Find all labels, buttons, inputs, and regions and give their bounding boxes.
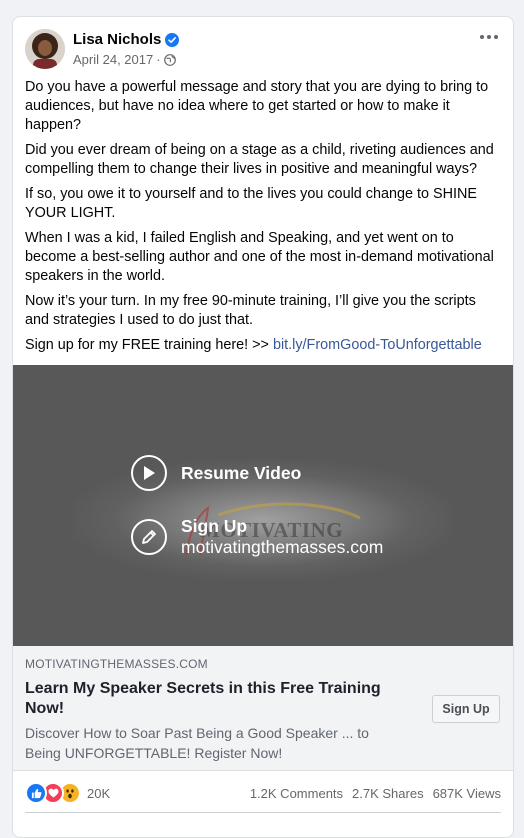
link-title[interactable]: Learn My Speaker Secrets in this Free Tr… [25, 679, 385, 719]
comments-count[interactable]: 1.2K Comments [250, 786, 343, 801]
shares-count[interactable]: 2.7K Shares [352, 786, 424, 801]
post-paragraph: Did you ever dream of being on a stage a… [25, 142, 494, 177]
pencil-icon [131, 519, 167, 555]
stats-counts: 1.2K Comments 2.7K Shares 687K Views [241, 786, 501, 801]
meta-separator: · [156, 52, 161, 67]
post-paragraph: Do you have a powerful message and story… [25, 79, 489, 133]
avatar[interactable] [25, 29, 65, 69]
author-name[interactable]: Lisa Nichols [73, 31, 161, 48]
link-domain: MOTIVATINGTHEMASSES.COM [25, 657, 208, 671]
post-header: Lisa Nichols April 24, 2017 · [25, 29, 501, 69]
post-meta: April 24, 2017 · [73, 52, 176, 67]
post-paragraph: Now it’s your turn. In my free 90-minute… [25, 293, 476, 328]
signup-button[interactable]: Sign Up [432, 695, 500, 723]
cta-paragraph: Sign up for my FREE training here! >> bi… [25, 336, 501, 355]
post-paragraph: When I was a kid, I failed English and S… [25, 230, 494, 284]
cta-text: Sign up for my FREE training here! >> [25, 337, 273, 353]
reactions-summary[interactable]: 20K [25, 782, 110, 804]
reaction-count: 20K [87, 785, 111, 801]
post-card: Lisa Nichols April 24, 2017 · Do you hav… [12, 16, 514, 838]
video-signup-text: Sign Up motivatingthemasses.com [181, 516, 383, 558]
resume-video-label: Resume Video [181, 462, 302, 483]
like-icon [25, 782, 47, 804]
video-signup-url: motivatingthemasses.com [181, 537, 384, 557]
verified-badge-icon [165, 32, 180, 47]
cta-link[interactable]: bit.ly/FromGood-ToUnforgettable [273, 337, 482, 353]
post-date[interactable]: April 24, 2017 [73, 52, 153, 67]
post-body: Do you have a powerful message and story… [25, 78, 501, 361]
resume-video-button[interactable]: Resume Video [131, 455, 301, 491]
link-preview[interactable]: MOTIVATINGTHEMASSES.COM Learn My Speaker… [13, 646, 513, 771]
video-signup-label: Sign Up [181, 516, 248, 536]
views-count: 687K Views [432, 785, 501, 801]
engagement-bar: 20K 1.2K Comments 2.7K Shares 687K Views [25, 780, 501, 806]
video-signup-button[interactable]: Sign Up motivatingthemasses.com [131, 516, 383, 558]
author-row: Lisa Nichols [73, 31, 180, 48]
globe-icon[interactable] [163, 53, 176, 66]
link-description: Discover How to Soar Past Being a Good S… [25, 725, 369, 761]
post-paragraph: If so, you owe it to yourself and to the… [25, 186, 477, 221]
video-player[interactable]: MOTIVATING Resume Video Sign Up motivati… [13, 365, 513, 646]
more-options-icon[interactable] [477, 29, 501, 45]
play-icon [131, 455, 167, 491]
